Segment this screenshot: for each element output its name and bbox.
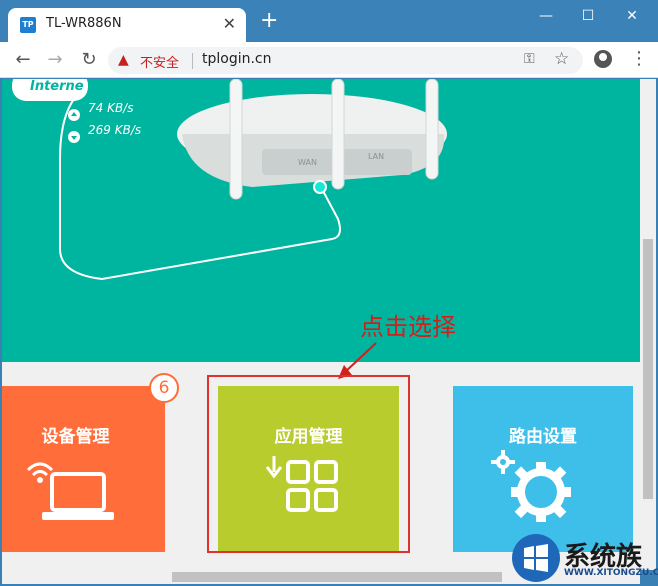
page-viewport: Interne WAN LAN 74 KB/s 269 KB/s 点击选择 设备…	[2, 79, 640, 570]
new-tab-button[interactable]: +	[260, 10, 278, 32]
internet-label: Interne	[30, 79, 84, 94]
menu-dots-icon[interactable]: ⋮	[630, 48, 648, 70]
download-speed: 269 KB/s	[88, 123, 142, 137]
horizontal-scroll-thumb[interactable]	[172, 572, 502, 582]
hero-banner: Interne WAN LAN 74 KB/s 269 KB/s	[2, 79, 640, 362]
wan-port-label: WAN	[298, 158, 317, 167]
lan-port-label: LAN	[368, 152, 384, 161]
warning-icon[interactable]: ▲	[118, 52, 129, 68]
bookmark-star-icon[interactable]: ☆	[554, 49, 569, 69]
url-text[interactable]: tplogin.cn	[202, 51, 272, 67]
account-icon[interactable]	[594, 50, 612, 68]
selection-highlight-box	[207, 375, 410, 553]
windows-logo-icon	[512, 534, 560, 582]
key-icon[interactable]: ⚿	[524, 51, 535, 67]
network-illustration: Interne WAN LAN	[12, 79, 447, 281]
device-count-badge: 6	[149, 373, 179, 403]
watermark-url: WWW.XITONGZU.COM	[564, 568, 658, 578]
antenna-right	[425, 79, 439, 180]
tab-close-icon[interactable]: ✕	[223, 14, 236, 33]
browser-window: TP TL-WR886N ✕ + — ☐ ✕ ← → ↻ ▲ 不安全 tplog…	[0, 0, 658, 586]
title-bar: TP TL-WR886N ✕ + — ☐ ✕	[0, 0, 658, 42]
upload-speed: 74 KB/s	[88, 101, 134, 115]
router-settings-label: 路由设置	[509, 427, 577, 447]
tp-link-favicon-icon: TP	[20, 17, 36, 33]
forward-button[interactable]: →	[44, 49, 66, 71]
security-status[interactable]: 不安全	[140, 52, 179, 71]
wan-connection-dot	[313, 180, 327, 194]
antenna-left	[229, 79, 243, 200]
browser-tab[interactable]: TP TL-WR886N ✕	[8, 8, 246, 42]
gears-icon	[491, 450, 571, 522]
tab-title: TL-WR886N	[46, 16, 122, 31]
back-button[interactable]: ←	[12, 49, 34, 71]
watermark: 系统族 WWW.XITONGZU.COM	[508, 528, 658, 586]
address-bar[interactable]: ▲ 不安全 tplogin.cn ⚿ ☆	[108, 47, 583, 74]
reload-button[interactable]: ↻	[78, 49, 100, 71]
close-window-button[interactable]: ✕	[612, 4, 652, 28]
browser-toolbar: ← → ↻ ▲ 不安全 tplogin.cn ⚿ ☆ ⋮	[0, 42, 658, 78]
laptop-wifi-icon	[26, 462, 114, 520]
device-management-tile[interactable]: 设备管理	[2, 386, 165, 552]
device-management-label: 设备管理	[41, 427, 110, 447]
vertical-scrollbar[interactable]	[640, 79, 656, 570]
maximize-button[interactable]: ☐	[568, 4, 608, 28]
antenna-middle	[331, 79, 345, 190]
minimize-button[interactable]: —	[526, 4, 566, 28]
address-separator	[192, 53, 193, 69]
vertical-scroll-thumb[interactable]	[643, 239, 653, 499]
